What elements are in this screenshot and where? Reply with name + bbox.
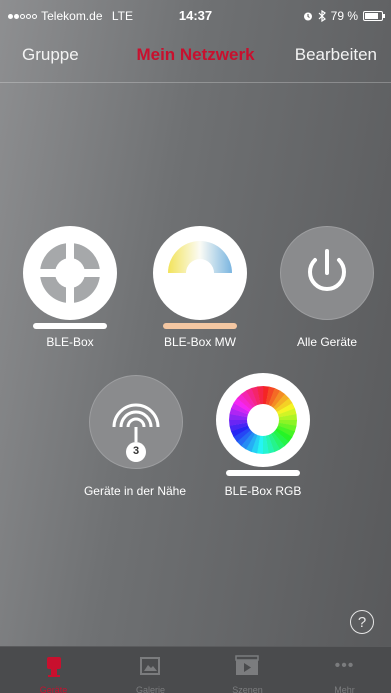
tab-szenen[interactable]: Szenen [199, 647, 296, 693]
navigation-bar: Gruppe Mein Netzwerk Bearbeiten [0, 32, 391, 82]
nearby-count-badge: 3 [132, 445, 140, 457]
tab-szenen-label: Szenen [232, 685, 263, 693]
ble-box-button[interactable] [23, 226, 117, 320]
ble-box-mw-button[interactable] [153, 226, 247, 320]
all-devices-label: Alle Geräte [296, 335, 358, 349]
tab-mehr-label: Mehr [334, 685, 355, 693]
tab-mehr[interactable]: ••• Mehr [296, 647, 391, 693]
tab-bar: Geräte Galerie Szenen ••• Mehr [0, 646, 391, 693]
app-screen: Telekom.de LTE 14:37 79 % Gruppe Mein Ne… [0, 0, 391, 693]
nav-divider [0, 82, 391, 83]
bluetooth-icon [318, 10, 326, 22]
ble-box-rgb-label: BLE-Box RGB [224, 484, 302, 498]
scene-play-icon [235, 655, 259, 675]
edit-button[interactable]: Bearbeiten [295, 45, 377, 65]
status-bar: Telekom.de LTE 14:37 79 % [0, 0, 391, 32]
tab-galerie[interactable]: Galerie [102, 647, 199, 693]
bulb-icon [47, 657, 61, 677]
battery-percent: 79 % [330, 9, 358, 23]
ble-box-mw-label: BLE-Box MW [163, 335, 236, 349]
alarm-icon [303, 12, 312, 21]
ble-box-label: BLE-Box [46, 335, 94, 349]
ble-box-mw-status-bar [163, 323, 237, 329]
ble-box-status-bar [33, 323, 107, 329]
battery-level [365, 13, 378, 19]
nearby-devices-label: Geräte in der Nähe [83, 484, 187, 498]
all-devices-button[interactable] [280, 226, 374, 320]
nearby-devices-button[interactable]: 3 [89, 375, 183, 469]
ble-box-rgb-status-bar [226, 470, 300, 476]
color-wheel-icon [229, 386, 297, 454]
battery-icon [363, 11, 385, 21]
help-button[interactable]: ? [350, 610, 374, 634]
status-right: 79 % [303, 9, 385, 23]
tab-geraete[interactable]: Geräte [5, 647, 102, 693]
more-icon: ••• [334, 657, 355, 674]
ble-box-rgb-button[interactable] [216, 373, 310, 467]
tab-geraete-label: Geräte [39, 685, 68, 693]
power-icon [308, 249, 346, 292]
white-temperature-dial-icon [163, 241, 237, 293]
crosshair-icon [38, 241, 102, 305]
gallery-icon [140, 657, 160, 675]
tab-galerie-label: Galerie [135, 685, 165, 693]
